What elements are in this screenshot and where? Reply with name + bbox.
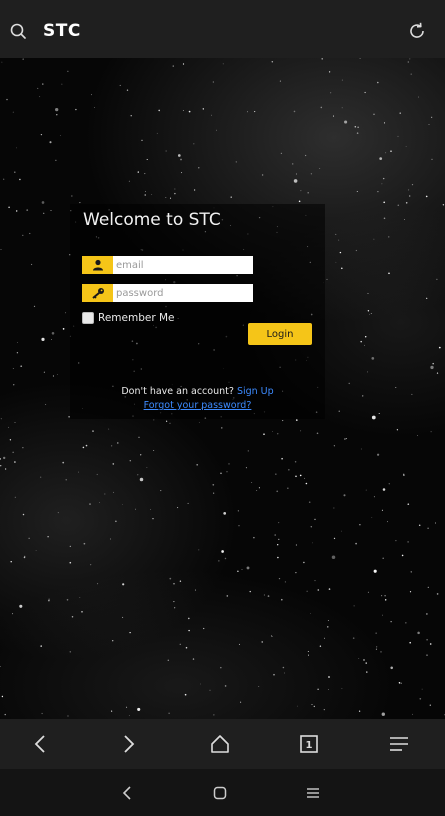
- signup-link[interactable]: Sign Up: [237, 386, 274, 397]
- signup-line: Don't have an account? Sign Up: [70, 386, 325, 397]
- reload-icon[interactable]: [408, 22, 426, 44]
- page-viewport: Welcome to STC email Remember Me Login D…: [0, 58, 445, 719]
- forgot-password-link[interactable]: Forgot your password?: [70, 400, 325, 411]
- home-icon[interactable]: [198, 719, 242, 769]
- system-nav-bar: [0, 769, 445, 816]
- menu-icon[interactable]: [377, 719, 421, 769]
- browser-toolbar: 1: [0, 719, 445, 769]
- password-field-row: [82, 284, 253, 302]
- remember-me: Remember Me: [82, 312, 175, 324]
- login-button[interactable]: Login: [248, 323, 312, 345]
- no-account-text: Don't have an account?: [121, 386, 234, 397]
- back-arrow-icon[interactable]: [18, 719, 62, 769]
- tabs-icon[interactable]: 1: [287, 719, 331, 769]
- search-icon[interactable]: [10, 23, 26, 43]
- login-title: Welcome to STC: [83, 210, 221, 230]
- password-input[interactable]: [113, 284, 253, 302]
- nav-home-icon[interactable]: [200, 769, 240, 816]
- login-panel: Welcome to STC email Remember Me Login D…: [70, 204, 325, 419]
- remember-me-checkbox[interactable]: [82, 312, 94, 324]
- email-input[interactable]: [113, 256, 253, 274]
- remember-me-label[interactable]: Remember Me: [98, 312, 175, 324]
- nav-back-icon[interactable]: [107, 769, 147, 816]
- key-icon: [82, 284, 113, 302]
- email-field-row: [82, 256, 253, 274]
- user-icon: [82, 256, 113, 274]
- nav-recents-icon[interactable]: [293, 769, 333, 816]
- site-title[interactable]: STC: [43, 21, 81, 41]
- address-bar: STC: [0, 0, 445, 58]
- tab-count: 1: [306, 740, 313, 751]
- forward-arrow-icon[interactable]: [107, 719, 151, 769]
